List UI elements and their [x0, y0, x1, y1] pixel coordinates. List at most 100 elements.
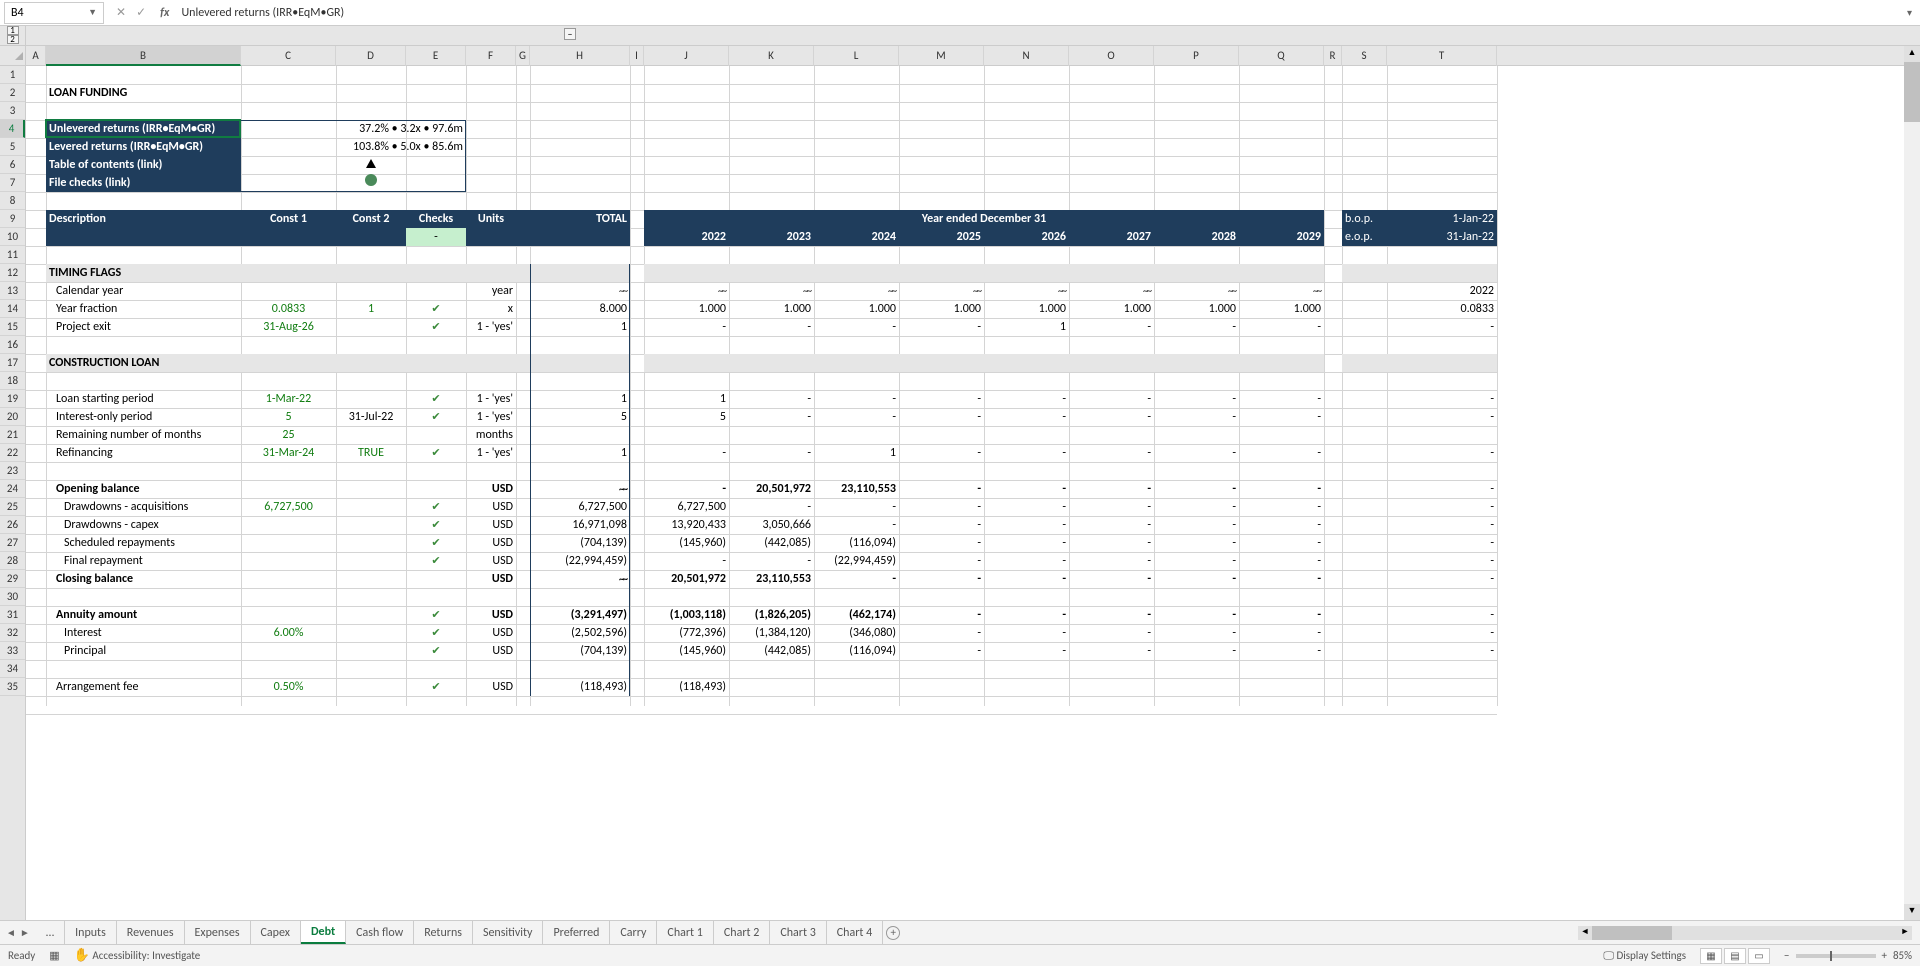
tab-prev-icon[interactable]: ◄ — [6, 926, 16, 939]
col-header-J[interactable]: J — [644, 46, 729, 66]
scroll-down-icon[interactable]: ▼ — [1904, 904, 1920, 920]
sheet-tab-capex[interactable]: Capex — [251, 921, 301, 944]
col-header-I[interactable]: I — [630, 46, 644, 66]
select-all-corner[interactable] — [0, 46, 25, 66]
hscroll-thumb[interactable] — [1592, 926, 1672, 940]
sheet-tab-returns[interactable]: Returns — [414, 921, 473, 944]
zoom-level[interactable]: 85% — [1893, 949, 1912, 962]
col-header-C[interactable]: C — [241, 46, 336, 66]
accept-icon[interactable]: ✓ — [136, 5, 146, 20]
sheet-tab-inputs[interactable]: Inputs — [65, 921, 117, 944]
sheet-tab-chart-1[interactable]: Chart 1 — [657, 921, 713, 944]
sheet-tab-chart-2[interactable]: Chart 2 — [714, 921, 770, 944]
row-header-28[interactable]: 28 — [0, 552, 25, 570]
accessibility-status[interactable]: ✋ Accessibility: Investigate — [74, 948, 201, 963]
row-header-19[interactable]: 19 — [0, 390, 25, 408]
add-sheet-button[interactable]: + — [883, 921, 903, 944]
col-header-S[interactable]: S — [1342, 46, 1387, 66]
row-header-3[interactable]: 3 — [0, 102, 25, 120]
row-header-12[interactable]: 12 — [0, 264, 25, 282]
view-pagebreak-icon[interactable]: ▭ — [1748, 948, 1770, 964]
col-header-G[interactable]: G — [516, 46, 530, 66]
sheet-tab-expenses[interactable]: Expenses — [185, 921, 251, 944]
row-header-10[interactable]: 10 — [0, 228, 25, 246]
row-header-4[interactable]: 4 — [0, 120, 25, 138]
vscroll-thumb[interactable] — [1904, 62, 1920, 122]
row-header-18[interactable]: 18 — [0, 372, 25, 390]
row-header-33[interactable]: 33 — [0, 642, 25, 660]
row-header-9[interactable]: 9 — [0, 210, 25, 228]
row-header-11[interactable]: 11 — [0, 246, 25, 264]
row-header-13[interactable]: 13 — [0, 282, 25, 300]
row-header-20[interactable]: 20 — [0, 408, 25, 426]
grid-body[interactable]: LOAN FUNDINGUnlevered returns (IRR•EqM•G… — [26, 66, 1497, 706]
row-header-16[interactable]: 16 — [0, 336, 25, 354]
col-header-O[interactable]: O — [1069, 46, 1154, 66]
tab-next-icon[interactable]: ► — [20, 926, 30, 939]
horizontal-scrollbar[interactable]: ◄ ► — [1570, 921, 1920, 944]
sheet-tab-carry[interactable]: Carry — [610, 921, 657, 944]
row-header-17[interactable]: 17 — [0, 354, 25, 372]
row-header-1[interactable]: 1 — [0, 66, 25, 84]
col-header-P[interactable]: P — [1154, 46, 1239, 66]
row-header-2[interactable]: 2 — [0, 84, 25, 102]
zoom-slider[interactable] — [1796, 954, 1876, 958]
name-box[interactable]: B4▼ — [4, 2, 104, 24]
row-header-31[interactable]: 31 — [0, 606, 25, 624]
row-header-8[interactable]: 8 — [0, 192, 25, 210]
cancel-icon[interactable]: ✕ — [116, 5, 126, 20]
view-layout-icon[interactable]: ▤ — [1724, 948, 1746, 964]
row-header-24[interactable]: 24 — [0, 480, 25, 498]
formula-expand-icon[interactable]: ▾ — [1899, 6, 1920, 19]
col-header-A[interactable]: A — [26, 46, 46, 66]
sheet-tab-revenues[interactable]: Revenues — [117, 921, 185, 944]
sheet-tab-chart-4[interactable]: Chart 4 — [827, 921, 883, 944]
hscroll-right-icon[interactable]: ► — [1898, 926, 1912, 940]
formula-input[interactable]: Unlevered returns (IRR•EqM•GR) — [175, 6, 1899, 20]
col-header-B[interactable]: B — [46, 46, 241, 66]
sheet-tab-preferred[interactable]: Preferred — [543, 921, 610, 944]
vertical-scrollbar[interactable]: ▲ ▼ — [1904, 46, 1920, 920]
hscroll-left-icon[interactable]: ◄ — [1578, 926, 1592, 940]
outline-level-2[interactable]: 2 — [7, 35, 19, 44]
row-header-7[interactable]: 7 — [0, 174, 25, 192]
sheet-tab-…[interactable]: … — [36, 921, 65, 944]
sheet-tab-sensitivity[interactable]: Sensitivity — [473, 921, 544, 944]
col-header-H[interactable]: H — [530, 46, 630, 66]
row-header-27[interactable]: 27 — [0, 534, 25, 552]
row-header-25[interactable]: 25 — [0, 498, 25, 516]
col-header-E[interactable]: E — [406, 46, 466, 66]
col-header-D[interactable]: D — [336, 46, 406, 66]
row-header-21[interactable]: 21 — [0, 426, 25, 444]
col-header-M[interactable]: M — [899, 46, 984, 66]
col-header-K[interactable]: K — [729, 46, 814, 66]
zoom-in-icon[interactable]: + — [1882, 949, 1887, 962]
row-header-22[interactable]: 22 — [0, 444, 25, 462]
col-header-L[interactable]: L — [814, 46, 899, 66]
row-header-35[interactable]: 35 — [0, 678, 25, 696]
display-settings[interactable]: 🖵 Display Settings — [1603, 949, 1686, 963]
sheet-tab-cash-flow[interactable]: Cash flow — [346, 921, 414, 944]
row-header-5[interactable]: 5 — [0, 138, 25, 156]
col-header-T[interactable]: T — [1387, 46, 1497, 66]
row-header-30[interactable]: 30 — [0, 588, 25, 606]
col-header-F[interactable]: F — [466, 46, 516, 66]
outline-collapse-icon[interactable]: – — [564, 28, 576, 40]
row-header-14[interactable]: 14 — [0, 300, 25, 318]
sheet-tab-chart-3[interactable]: Chart 3 — [770, 921, 826, 944]
col-header-Q[interactable]: Q — [1239, 46, 1324, 66]
row-header-29[interactable]: 29 — [0, 570, 25, 588]
scroll-up-icon[interactable]: ▲ — [1904, 46, 1920, 62]
macro-icon[interactable]: ▦ — [49, 949, 59, 962]
zoom-out-icon[interactable]: − — [1784, 949, 1789, 962]
row-header-15[interactable]: 15 — [0, 318, 25, 336]
row-header-32[interactable]: 32 — [0, 624, 25, 642]
col-header-N[interactable]: N — [984, 46, 1069, 66]
view-normal-icon[interactable]: ▦ — [1700, 948, 1722, 964]
row-header-23[interactable]: 23 — [0, 462, 25, 480]
row-header-26[interactable]: 26 — [0, 516, 25, 534]
dropdown-icon[interactable]: ▼ — [88, 7, 97, 18]
row-header-34[interactable]: 34 — [0, 660, 25, 678]
sheet-tab-debt[interactable]: Debt — [301, 921, 346, 944]
col-header-R[interactable]: R — [1324, 46, 1342, 66]
